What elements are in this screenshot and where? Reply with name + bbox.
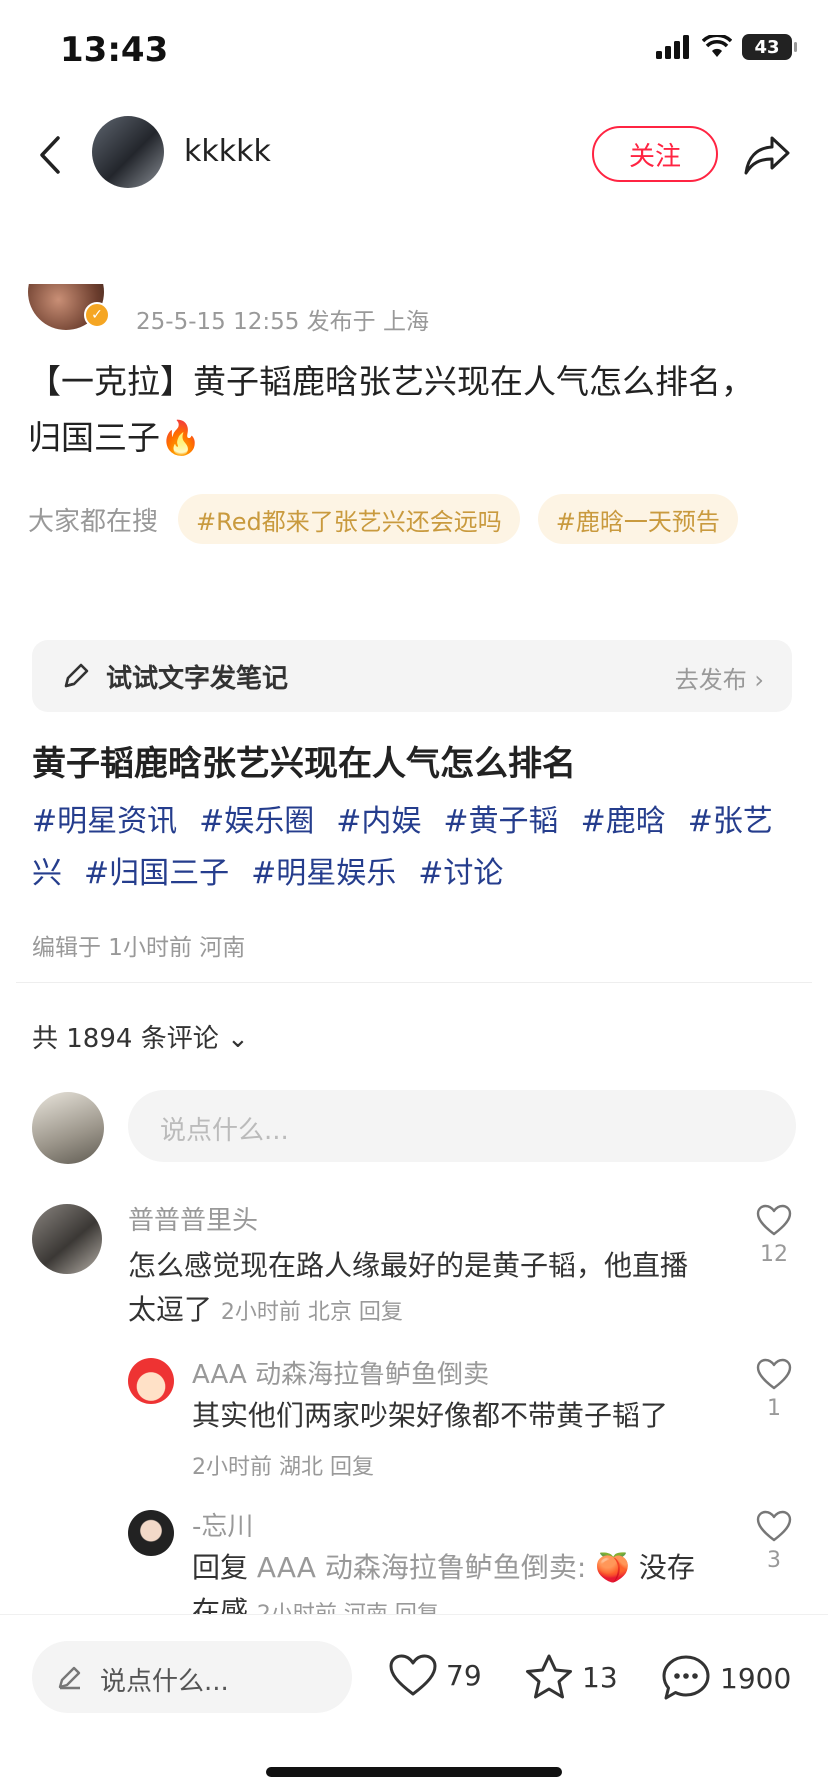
note-title: 黄子韬鹿晗张艺兴现在人气怎么排名: [32, 744, 576, 784]
reply-to-name[interactable]: AAA 动森海拉鲁鲈鱼倒卖:: [257, 1551, 586, 1584]
trending-search-row: 大家都在搜 #Red都来了张艺兴还会远吗 #鹿晗一天预告: [28, 494, 738, 544]
heart-icon: [756, 1510, 792, 1542]
hashtag[interactable]: #明星娱乐: [251, 856, 396, 891]
favorite-count: 13: [582, 1660, 618, 1694]
comment-text[interactable]: 怎么感觉现在路人缘最好的是黄子韬，他直播太逗了 2小时前 北京 回复: [128, 1244, 708, 1335]
commenter-name[interactable]: -忘川: [192, 1506, 253, 1543]
comment-input-placeholder: 说点什么...: [160, 1116, 289, 1146]
commenter-avatar[interactable]: [32, 1204, 102, 1274]
signal-icon: [656, 35, 689, 59]
follow-button[interactable]: 关注: [592, 126, 718, 182]
like-button[interactable]: 79: [388, 1653, 482, 1697]
trending-search-pill[interactable]: #鹿晗一天预告: [537, 494, 738, 544]
try-text-note-label: 试试文字发笔记: [106, 664, 289, 694]
trending-search-label: 大家都在搜: [28, 506, 159, 537]
comment-like[interactable]: 12: [744, 1204, 804, 1267]
heart-icon: [389, 1654, 437, 1696]
bottom-comment-input[interactable]: 说点什么...: [32, 1641, 352, 1713]
verified-icon: ✓: [84, 302, 110, 328]
bottom-action-bar: 说点什么... 79 13 1900: [0, 1614, 828, 1792]
comment-meta[interactable]: 2小时前 北京 回复: [221, 1300, 403, 1325]
comment-meta[interactable]: 2小时前 湖北 回复: [192, 1446, 712, 1490]
nav-header: kkkkk 关注: [0, 110, 828, 200]
pencil-icon: [58, 1666, 81, 1690]
author-avatar[interactable]: [92, 116, 164, 188]
go-publish-link[interactable]: 去发布 ›: [675, 660, 764, 695]
divider: [16, 982, 812, 983]
comment-like[interactable]: 3: [744, 1510, 804, 1573]
commenter-name[interactable]: AAA 动森海拉鲁鲈鱼倒卖: [192, 1354, 489, 1391]
status-icons: 43: [656, 34, 797, 60]
like-count: 79: [446, 1658, 482, 1692]
home-indicator[interactable]: [266, 1767, 562, 1777]
post-author-strip: ✓ 25-5-15 12:55 发布于 上海: [0, 284, 828, 340]
status-bar: 13:43 43: [0, 0, 828, 100]
comment-total-count: 1900: [720, 1661, 792, 1695]
status-time: 13:43: [60, 30, 169, 70]
trending-search-pill[interactable]: #Red都来了张艺兴还会远吗: [178, 494, 520, 544]
comment-bubble-icon: [662, 1655, 710, 1700]
wifi-icon: [702, 35, 732, 57]
hashtag-list: #明星资讯 #娱乐圈 #内娱 #黄子韬 #鹿晗 #张艺兴 #归国三子 #明星娱乐 #讨论: [32, 796, 792, 900]
commenter-avatar[interactable]: [128, 1510, 174, 1556]
comment-input[interactable]: 说点什么...: [128, 1090, 796, 1162]
hashtag[interactable]: #归国三子: [84, 856, 229, 891]
my-avatar: [32, 1092, 104, 1164]
hashtag[interactable]: #鹿晗: [581, 804, 666, 839]
comment-like-count: 3: [767, 1548, 781, 1573]
hashtag[interactable]: #讨论: [418, 856, 503, 891]
pencil-icon: [64, 663, 89, 688]
back-arrow-icon[interactable]: [30, 130, 70, 180]
hashtag[interactable]: #明星资讯: [32, 804, 177, 839]
comment-reply-item: AAA 动森海拉鲁鲈鱼倒卖 其实他们两家吵架好像都不带黄子韬了 2小时前 湖北 …: [0, 1354, 828, 1484]
hashtag[interactable]: #娱乐圈: [199, 804, 314, 839]
comment-text[interactable]: 其实他们两家吵架好像都不带黄子韬了 2小时前 湖北 回复: [192, 1394, 712, 1490]
share-icon[interactable]: [742, 130, 792, 180]
comment-body: 其实他们两家吵架好像都不带黄子韬了: [192, 1399, 669, 1432]
favorite-button[interactable]: 13: [524, 1653, 618, 1701]
star-icon: [526, 1654, 572, 1699]
hashtag[interactable]: #内娱: [336, 804, 421, 839]
comment-body: 怎么感觉现在路人缘最好的是黄子韬，他直播太逗了: [128, 1249, 689, 1326]
comment-item: 普普普里头 怎么感觉现在路人缘最好的是黄子韬，他直播太逗了 2小时前 北京 回复…: [0, 1200, 828, 1340]
comment-count-sort[interactable]: 共 1894 条评论 ⌄: [32, 1018, 249, 1055]
comment-button[interactable]: 1900: [660, 1653, 791, 1703]
post-title: 【一克拉】黄子韬鹿晗张艺兴现在人气怎么排名，归国三子🔥: [28, 362, 754, 457]
try-text-note-banner[interactable]: 试试文字发笔记 去发布 ›: [32, 640, 792, 712]
commenter-avatar[interactable]: [128, 1358, 174, 1404]
comment-like[interactable]: 1: [744, 1358, 804, 1421]
reply-prefix: 回复: [192, 1551, 257, 1584]
heart-icon: [756, 1204, 792, 1236]
edit-info: 编辑于 1小时前 河南: [32, 935, 246, 961]
comment-like-count: 12: [760, 1242, 788, 1267]
heart-icon: [756, 1358, 792, 1390]
comment-reply-item: -忘川 回复 AAA 动森海拉鲁鲈鱼倒卖: 🍑 没存在感 2小时前 河南 回复 …: [0, 1506, 828, 1614]
hashtag[interactable]: #黄子韬: [443, 804, 558, 839]
battery-icon: 43: [742, 34, 797, 60]
comment-meta[interactable]: 2小时前 河南 回复: [257, 1602, 439, 1614]
bottom-input-placeholder: 说点什么...: [100, 1667, 229, 1697]
post-meta: 25-5-15 12:55 发布于 上海: [136, 309, 429, 335]
comment-like-count: 1: [767, 1396, 781, 1421]
commenter-name[interactable]: 普普普里头: [128, 1200, 258, 1237]
comment-text[interactable]: 回复 AAA 动森海拉鲁鲈鱼倒卖: 🍑 没存在感 2小时前 河南 回复: [192, 1546, 722, 1614]
author-name[interactable]: kkkkk: [184, 134, 271, 169]
